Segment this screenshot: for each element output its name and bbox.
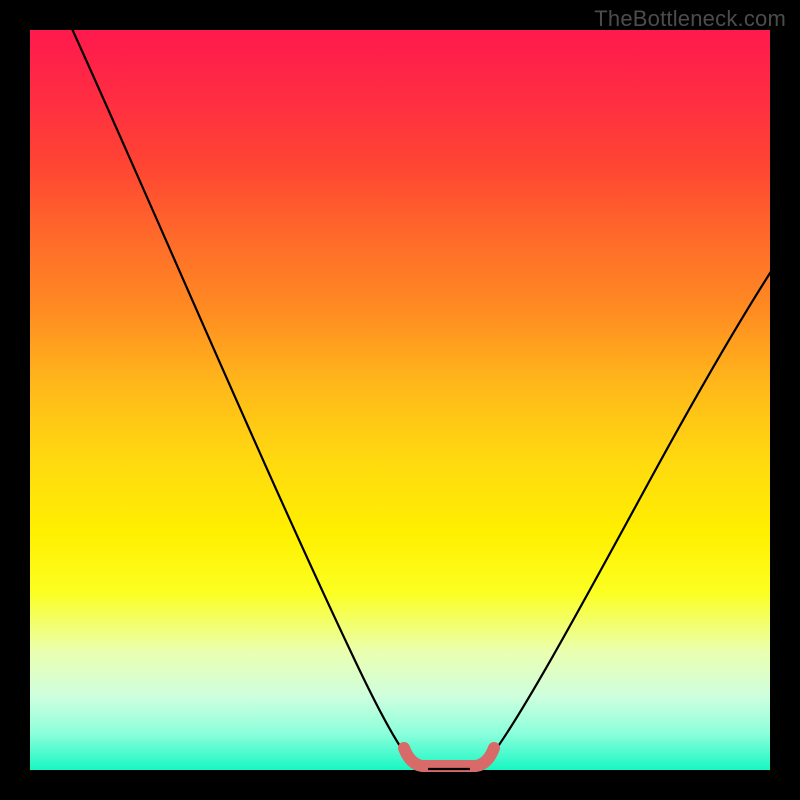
bottleneck-curve [30,30,770,770]
chart-frame: TheBottleneck.com [0,0,800,800]
plot-area [30,30,770,770]
watermark-text: TheBottleneck.com [594,6,786,32]
curve-left-branch [68,20,410,760]
curve-right-branch [488,270,772,760]
flat-minimum-marker [404,748,494,766]
